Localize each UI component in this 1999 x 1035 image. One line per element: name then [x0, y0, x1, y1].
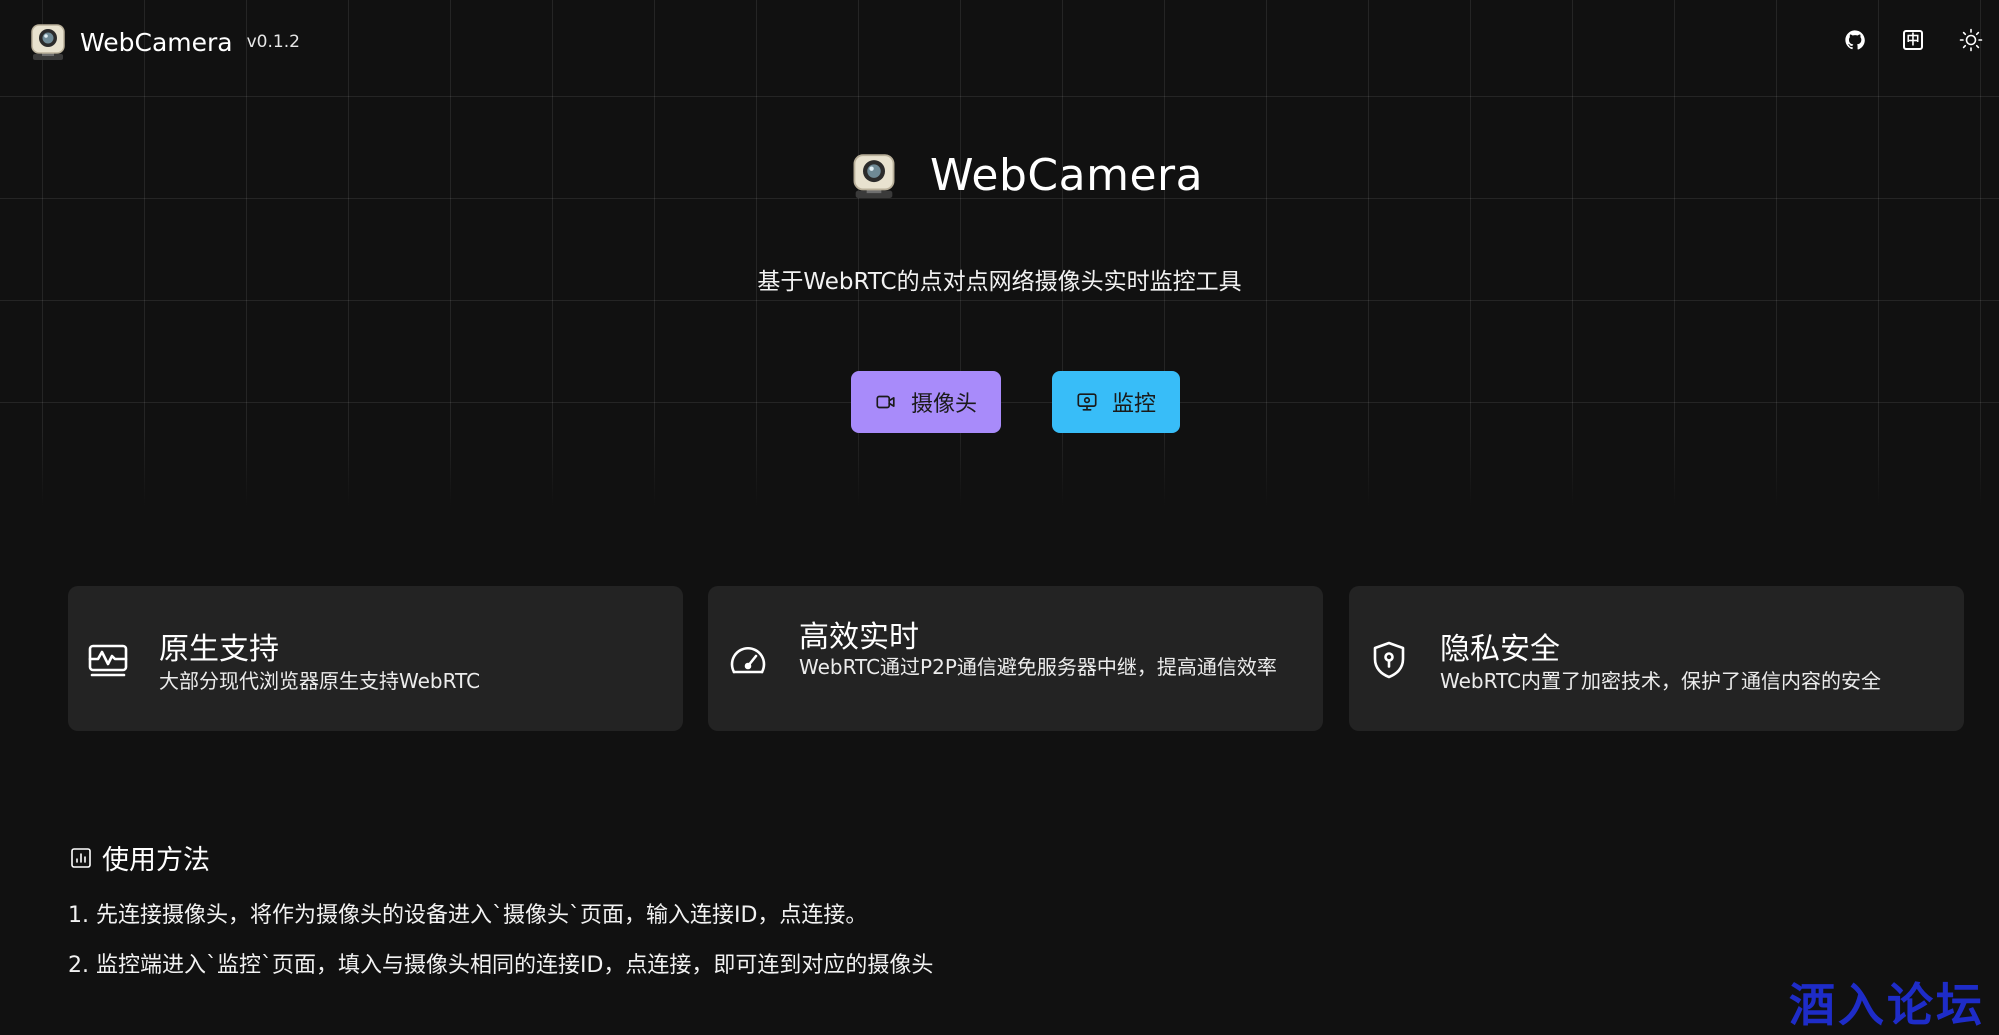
github-icon [1845, 30, 1865, 50]
app-name: WebCamera [80, 27, 233, 57]
monitor-button[interactable]: 监控 [1052, 371, 1180, 433]
sun-icon [1959, 28, 1983, 52]
brand[interactable]: WebCamera v0.1.2 [30, 22, 300, 62]
version-label: v0.1.2 [246, 32, 300, 52]
hero-app-name: WebCamera [930, 150, 1204, 201]
feature-title: 原生支持 [159, 632, 279, 667]
feature-card-privacy: 隐私安全 WebRTC内置了加密技术，保护了通信内容的安全 [1349, 586, 1964, 731]
usage-title: 使用方法 [102, 845, 210, 876]
webcam-logo-icon [853, 153, 895, 198]
language-button[interactable]: 中 [1899, 26, 1927, 54]
monitor-button-label: 监控 [1111, 392, 1156, 417]
usage-step: 2. 监控端进入`监控`页面，填入与摄像头相同的连接ID，点连接，即可连到对应的… [68, 953, 934, 978]
chart-monitor-icon [88, 644, 128, 677]
feature-desc: WebRTC内置了加密技术，保护了通信内容的安全 [1440, 669, 1882, 693]
forum-watermark: 酒入论坛 [1789, 978, 1985, 1032]
speedometer-icon [730, 646, 766, 674]
camera-button-label: 摄像头 [910, 392, 977, 417]
usage-step: 1. 先连接摄像头，将作为摄像头的设备进入`摄像头`页面，输入连接ID，点连接。 [68, 903, 868, 928]
feature-desc: WebRTC通过P2P通信避免服务器中继，提高通信效率 [799, 655, 1277, 679]
shield-lock-icon [1373, 641, 1405, 679]
top-bar: WebCamera v0.1.2 中 [0, 0, 1999, 90]
monitor-icon [1077, 393, 1097, 411]
feature-title: 高效实时 [799, 620, 919, 655]
camera-icon [876, 395, 895, 409]
chart-icon [71, 847, 91, 868]
language-icon: 中 [1903, 30, 1923, 50]
usage-section-title: 使用方法 [70, 838, 210, 877]
hero-title: WebCamera [852, 150, 1203, 201]
feature-card-realtime: 高效实时 WebRTC通过P2P通信避免服务器中继，提高通信效率 [708, 586, 1323, 731]
feature-card-native: 原生支持 大部分现代浏览器原生支持WebRTC [68, 586, 683, 731]
camera-button[interactable]: 摄像头 [851, 371, 1001, 433]
hero-subtitle: 基于WebRTC的点对点网络摄像头实时监控工具 [757, 269, 1242, 295]
language-label: 中 [1906, 32, 1920, 48]
feature-title: 隐私安全 [1440, 632, 1560, 667]
theme-toggle-button[interactable] [1957, 26, 1985, 54]
top-actions: 中 [1841, 26, 1985, 54]
github-button[interactable] [1841, 26, 1869, 54]
webcam-logo-icon [31, 24, 65, 60]
feature-desc: 大部分现代浏览器原生支持WebRTC [159, 669, 481, 693]
